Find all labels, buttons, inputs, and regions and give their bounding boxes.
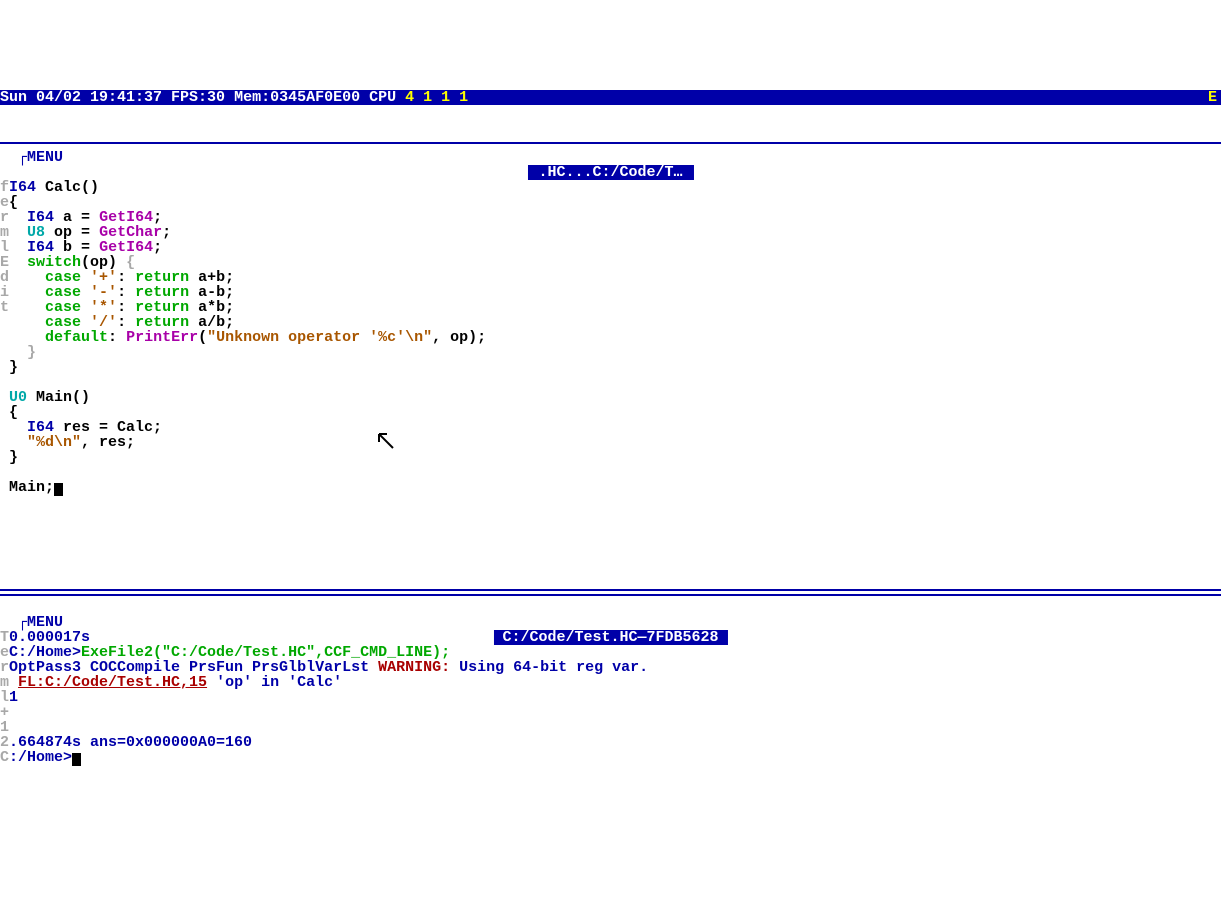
code-line (0, 465, 1221, 480)
code-line: t case '*': return a*b; (0, 300, 1221, 315)
code-token: ; (153, 239, 162, 256)
gutter-char (0, 479, 9, 496)
mouse-cursor-icon (377, 432, 397, 452)
code-line: { (0, 405, 1221, 420)
status-right: E (1208, 90, 1221, 105)
text-cursor (54, 483, 63, 496)
code-line: C:/Home> (0, 750, 1221, 765)
code-line: 2.664874s ans=0x000000A0=160 (0, 735, 1221, 750)
code-line: rOptPass3 COCCompile PrsFun PrsGlblVarLs… (0, 660, 1221, 675)
code-token: ; (162, 224, 171, 241)
code-line (0, 375, 1221, 390)
code-line: eC:/Home>ExeFile2("C:/Code/Test.HC",CCF_… (0, 645, 1221, 660)
terminal-title: C:/Code/Test.HC—7FDB5628 (493, 630, 727, 645)
code-token: } (27, 344, 36, 361)
code-line: "%d\n", res; (0, 435, 1221, 450)
status-datetime: Sun 04/02 19:41:37 (0, 89, 162, 106)
status-mem: Mem:0345AF0E00 (234, 89, 360, 106)
code-token: default (45, 329, 108, 346)
code-token: Main; (9, 479, 54, 496)
code-token: 1 (9, 689, 18, 706)
code-token: Using 64-bit reg var. (459, 659, 648, 676)
code-token: } (9, 449, 18, 466)
editor-menu[interactable]: ┌MENU (18, 149, 63, 166)
code-line: m FL:C:/Code/Test.HC,15 'op' in 'Calc' (0, 675, 1221, 690)
code-token: :/Home> (9, 749, 72, 766)
code-line: I64 res = Calc; (0, 420, 1221, 435)
code-token: "Unknown operator '%c'\n" (207, 329, 432, 346)
code-line: i case '-': return a-b; (0, 285, 1221, 300)
editor-title: .HC...C:/Code/T… (527, 165, 693, 180)
code-token: : (108, 329, 126, 346)
code-line: e{ (0, 195, 1221, 210)
code-token: , op); (432, 329, 486, 346)
status-fps: FPS:30 (171, 89, 225, 106)
code-line: l1 (0, 690, 1221, 705)
code-line: Main; (0, 480, 1221, 495)
code-line: default: PrintErr("Unknown operator '%c'… (0, 330, 1221, 345)
code-line: fI64 Calc() (0, 180, 1221, 195)
code-line: r I64 a = GetI64; (0, 210, 1221, 225)
editor-pane[interactable]: fI64 Calc()e{r I64 a = GetI64;m U8 op = … (0, 180, 1221, 495)
code-line: m U8 op = GetChar; (0, 225, 1221, 240)
terminal-menu[interactable]: ┌MENU (18, 614, 63, 631)
code-line: l I64 b = GetI64; (0, 240, 1221, 255)
code-token: FL:C:/Code/Test.HC,15 (18, 674, 207, 691)
code-token: PrintErr (126, 329, 198, 346)
text-cursor (72, 753, 81, 766)
code-line: } (0, 360, 1221, 375)
code-token: 'op' in 'Calc' (207, 674, 342, 691)
code-token: Main() (36, 389, 90, 406)
code-token: WARNING: (378, 659, 459, 676)
code-line: 1 (0, 720, 1221, 735)
code-line: } (0, 450, 1221, 465)
code-token: "%d\n" (27, 434, 81, 451)
status-cpu-label: CPU (369, 89, 396, 106)
code-line: case '/': return a/b; (0, 315, 1221, 330)
status-bar: Sun 04/02 19:41:37 FPS:30 Mem:0345AF0E00… (0, 90, 1221, 105)
code-token: } (9, 359, 18, 376)
code-line: } (0, 345, 1221, 360)
code-line: d case '+': return a+b; (0, 270, 1221, 285)
gutter-char: C (0, 749, 9, 766)
code-line: E switch(op) { (0, 255, 1221, 270)
editor-titlebar: ┌MENU .HC...C:/Code/T… (0, 135, 1221, 150)
terminal-pane[interactable]: T0.000017seC:/Home>ExeFile2("C:/Code/Tes… (0, 630, 1221, 765)
code-token: ( (198, 329, 207, 346)
status-cpu-values: 4 1 1 1 (405, 89, 468, 106)
code-token: , res; (81, 434, 135, 451)
code-line: U0 Main() (0, 390, 1221, 405)
code-line: + (0, 705, 1221, 720)
code-token: Calc() (45, 179, 99, 196)
